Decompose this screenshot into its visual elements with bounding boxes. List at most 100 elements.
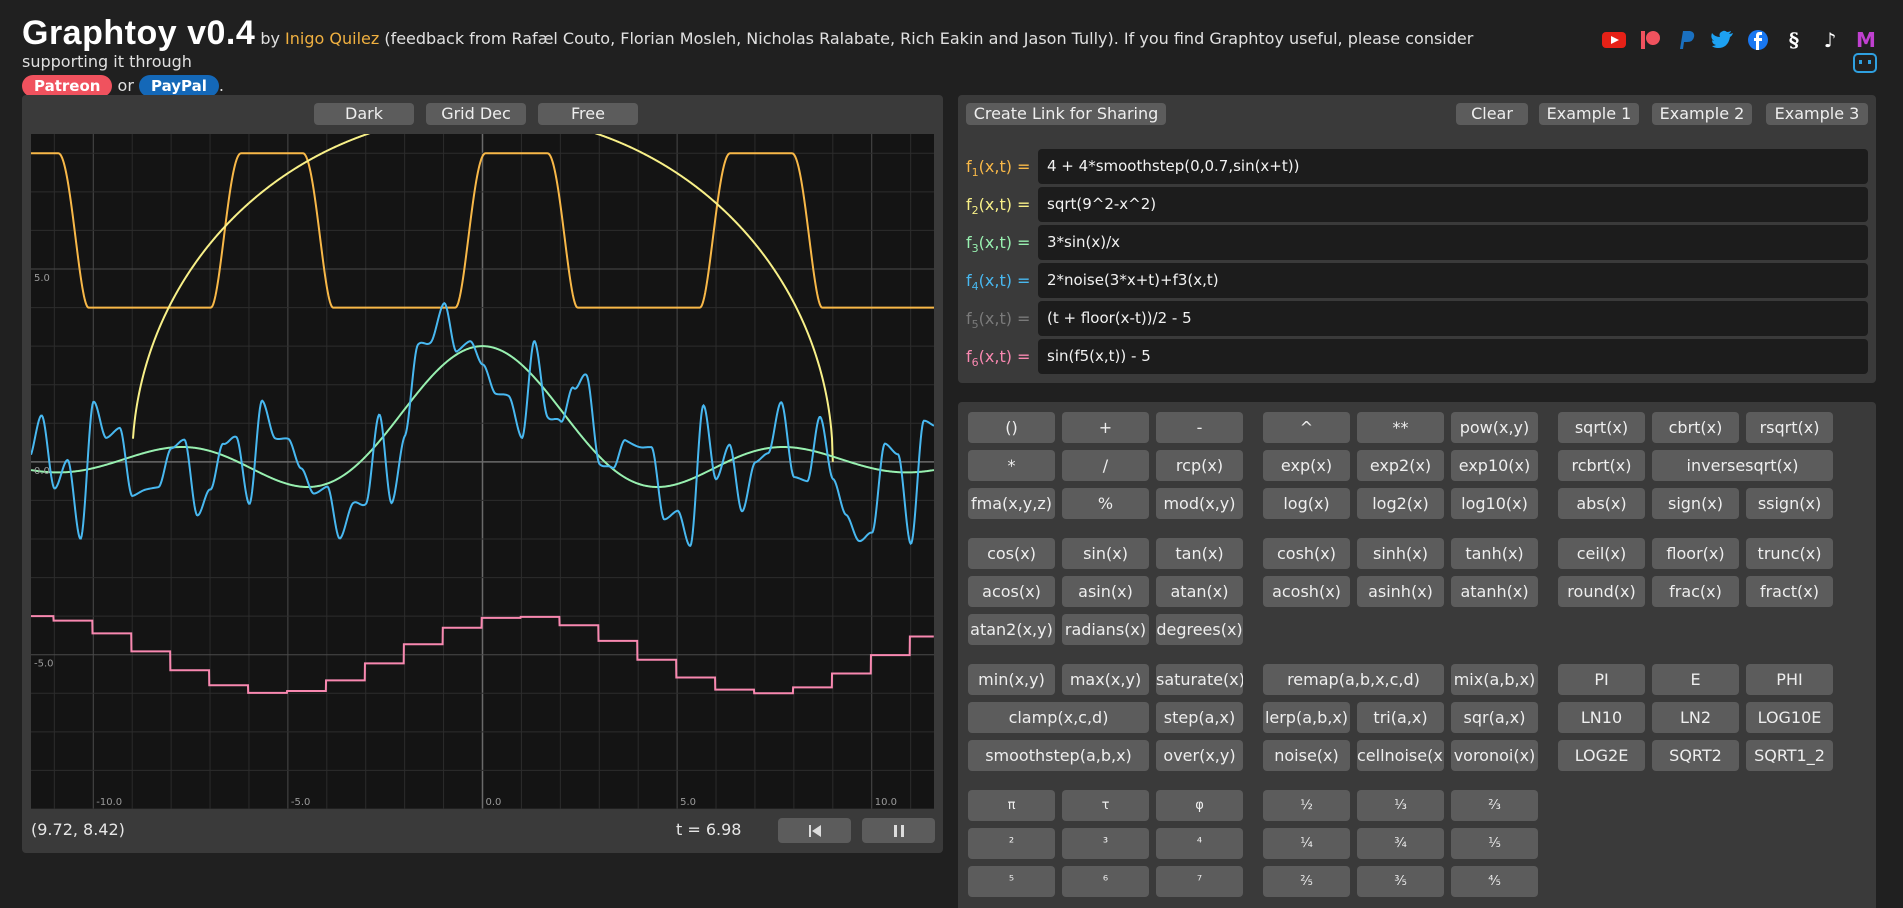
keypad-key[interactable]: + [1062,412,1149,443]
keypad-key[interactable]: step(a,x) [1156,702,1243,733]
keypad-key[interactable]: remap(a,b,x,c,d) [1263,664,1444,695]
keypad-key[interactable]: rcp(x) [1156,450,1243,481]
theme-button[interactable]: Dark [314,103,414,125]
keypad-key[interactable]: ⅘ [1451,866,1538,897]
function-input[interactable]: 4 + 4*smoothstep(0,0.7,sin(x+t)) [1038,149,1868,184]
keypad-key[interactable]: ¼ [1263,828,1350,859]
youtube-icon[interactable] [1600,27,1628,53]
keypad-key[interactable]: trunc(x) [1746,538,1833,569]
keypad-key[interactable]: noise(x) [1263,740,1350,771]
keypad-key[interactable]: voronoi(x) [1451,740,1538,771]
graph-canvas[interactable]: -10.0 -5.0 0.0 5.0 10.0 5.0 0.0 -5.0 [31,134,934,809]
keypad-key[interactable]: cellnoise(x) [1357,740,1444,771]
keypad-key[interactable]: acosh(x) [1263,576,1350,607]
function-input[interactable]: (t + floor(x-t))/2 - 5 [1038,301,1868,336]
keypad-key[interactable]: radians(x) [1062,614,1149,645]
keypad-key[interactable]: ssign(x) [1746,488,1833,519]
keypad-key[interactable]: fract(x) [1746,576,1833,607]
example-3-button[interactable]: Example 3 [1766,103,1868,125]
keypad-key[interactable]: max(x,y) [1062,664,1149,695]
function-input[interactable]: 3*sin(x)/x [1038,225,1868,260]
mastodon-icon[interactable]: M [1852,27,1880,53]
keypad-key[interactable]: fma(x,y,z) [968,488,1055,519]
keypad-key[interactable]: sqr(a,x) [1451,702,1538,733]
keypad-key[interactable]: LN2 [1652,702,1739,733]
keypad-key[interactable]: rsqrt(x) [1746,412,1833,443]
threads-icon[interactable]: § [1780,27,1808,53]
example-1-button[interactable]: Example 1 [1539,103,1639,125]
function-label[interactable]: f3(x,t) = [966,233,1030,255]
keypad-key[interactable]: lerp(a,b,x) [1263,702,1350,733]
keypad-key[interactable]: LOG2E [1558,740,1645,771]
keypad-key[interactable]: sin(x) [1062,538,1149,569]
keypad-key[interactable]: ** [1357,412,1444,443]
keypad-key[interactable]: / [1062,450,1149,481]
keypad-key[interactable]: inversesqrt(x) [1652,450,1833,481]
keypad-key[interactable]: ⅗ [1357,866,1444,897]
keypad-key[interactable]: sinh(x) [1357,538,1444,569]
keypad-key[interactable]: mod(x,y) [1156,488,1243,519]
keypad-key[interactable]: atan2(x,y) [968,614,1055,645]
keypad-key[interactable]: E [1652,664,1739,695]
keypad-key[interactable]: acos(x) [968,576,1055,607]
author-link[interactable]: Inigo Quilez [285,29,379,48]
keypad-key[interactable]: π [968,790,1055,821]
keypad-key[interactable]: LOG10E [1746,702,1833,733]
keypad-key[interactable]: PI [1558,664,1645,695]
bilibili-icon[interactable] [1853,53,1877,73]
keypad-key[interactable]: SQRT1_2 [1746,740,1833,771]
function-label[interactable]: f2(x,t) = [966,195,1030,217]
keypad-key[interactable]: PHI [1746,664,1833,695]
keypad-key[interactable]: τ [1062,790,1149,821]
keypad-key[interactable]: ² [968,828,1055,859]
keypad-key[interactable]: cos(x) [968,538,1055,569]
keypad-key[interactable]: atanh(x) [1451,576,1538,607]
keypad-key[interactable]: over(x,y) [1156,740,1243,771]
keypad-key[interactable]: sqrt(x) [1558,412,1645,443]
keypad-key[interactable]: ⁷ [1156,866,1243,897]
tiktok-icon[interactable]: ♪ [1816,27,1844,53]
rewind-button[interactable] [778,818,851,843]
keypad-key[interactable]: ^ [1263,412,1350,443]
function-label[interactable]: f1(x,t) = [966,157,1030,179]
function-label[interactable]: f6(x,t) = [966,347,1030,369]
keypad-key[interactable]: () [968,412,1055,443]
function-input[interactable]: sin(f5(x,t)) - 5 [1038,339,1868,374]
keypad-key[interactable]: clamp(x,c,d) [968,702,1149,733]
keypad-key[interactable]: sign(x) [1652,488,1739,519]
keypad-key[interactable]: pow(x,y) [1451,412,1538,443]
keypad-key[interactable]: ⅔ [1451,790,1538,821]
function-label[interactable]: f4(x,t) = [966,271,1030,293]
keypad-key[interactable]: cosh(x) [1263,538,1350,569]
keypad-key[interactable]: tanh(x) [1451,538,1538,569]
keypad-key[interactable]: % [1062,488,1149,519]
keypad-key[interactable]: cbrt(x) [1652,412,1739,443]
keypad-key[interactable]: log2(x) [1357,488,1444,519]
keypad-key[interactable]: smoothstep(a,b,x) [968,740,1149,771]
keypad-key[interactable]: abs(x) [1558,488,1645,519]
keypad-key[interactable]: ⅖ [1263,866,1350,897]
twitter-icon[interactable] [1708,27,1736,53]
keypad-key[interactable]: atan(x) [1156,576,1243,607]
keypad-key[interactable]: asinh(x) [1357,576,1444,607]
keypad-key[interactable]: LN10 [1558,702,1645,733]
keypad-key[interactable]: ⁴ [1156,828,1243,859]
paypal-icon[interactable] [1672,27,1700,53]
grid-button[interactable]: Grid Dec [426,103,526,125]
keypad-key[interactable]: log10(x) [1451,488,1538,519]
keypad-key[interactable]: ceil(x) [1558,538,1645,569]
keypad-key[interactable]: exp10(x) [1451,450,1538,481]
keypad-key[interactable]: tan(x) [1156,538,1243,569]
keypad-key[interactable]: ¾ [1357,828,1444,859]
keypad-key[interactable]: ³ [1062,828,1149,859]
mode-button[interactable]: Free [538,103,638,125]
keypad-key[interactable]: SQRT2 [1652,740,1739,771]
keypad-key[interactable]: ⁶ [1062,866,1149,897]
example-2-button[interactable]: Example 2 [1652,103,1752,125]
keypad-key[interactable]: log(x) [1263,488,1350,519]
keypad-key[interactable]: ⅕ [1451,828,1538,859]
keypad-key[interactable]: - [1156,412,1243,443]
clear-button[interactable]: Clear [1456,103,1528,125]
share-link-button[interactable]: Create Link for Sharing [966,103,1166,125]
patreon-icon[interactable] [1636,27,1664,53]
